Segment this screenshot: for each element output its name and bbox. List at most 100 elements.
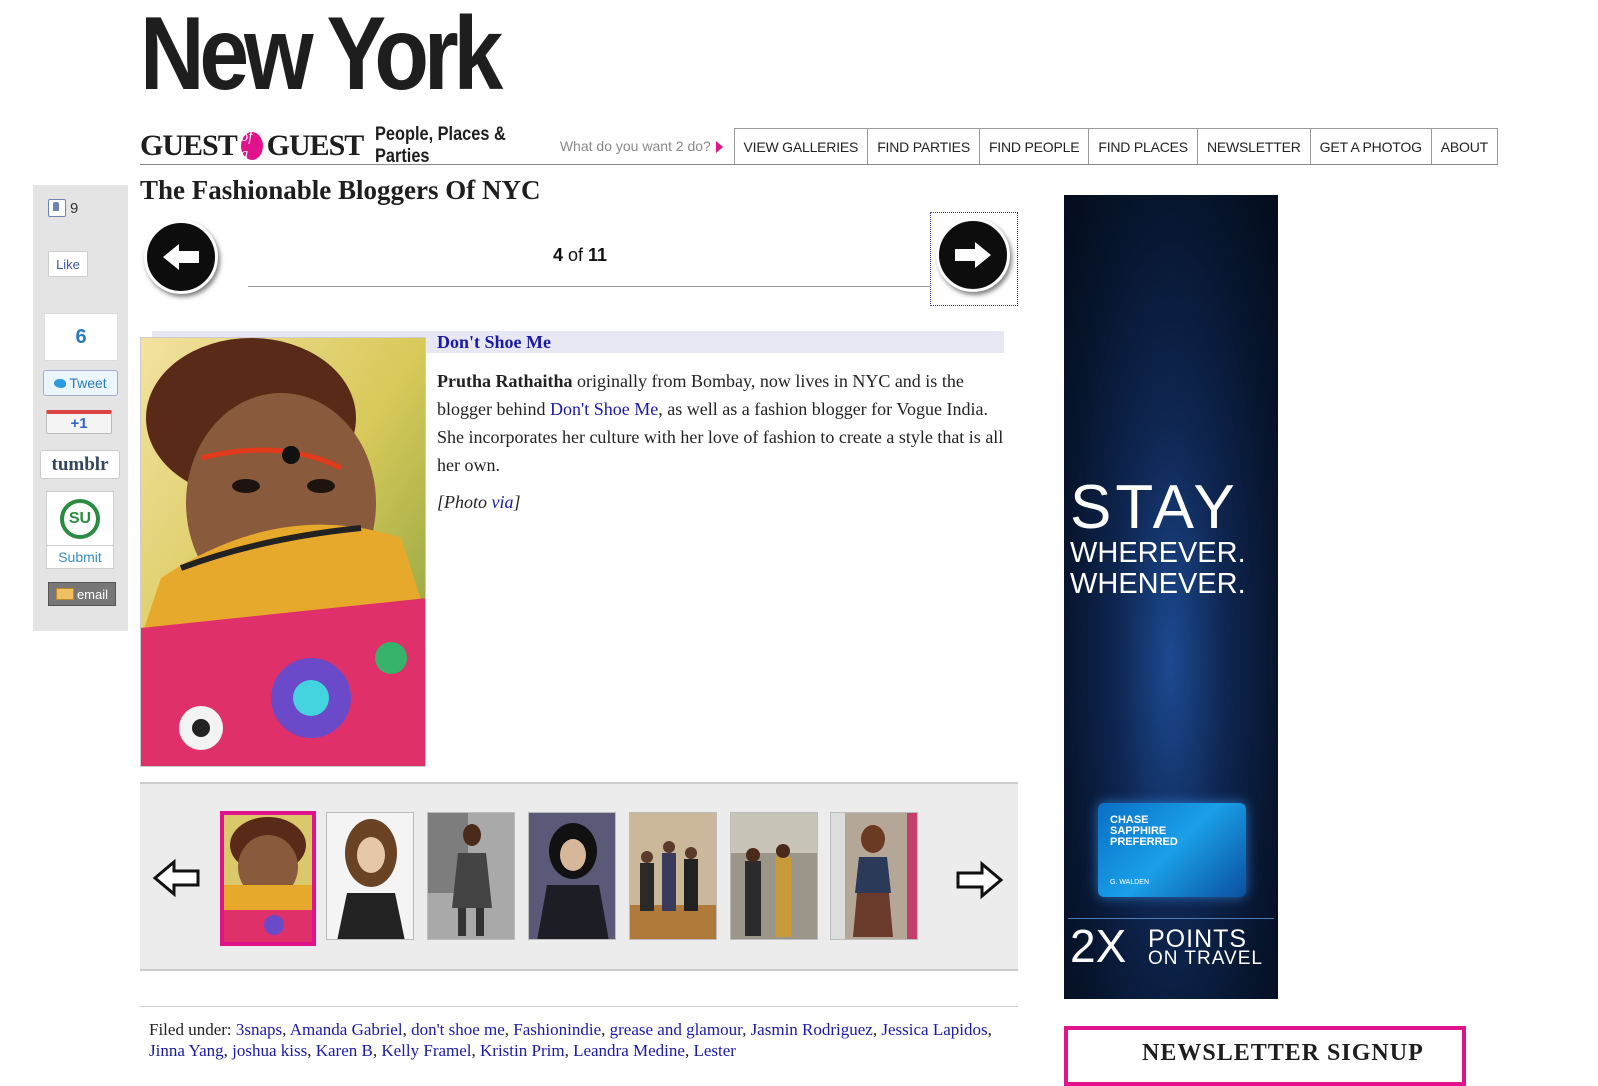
previous-slide-button[interactable] [144, 220, 218, 294]
thumbnail-3[interactable] [427, 812, 515, 940]
thumbnail-1-image [224, 815, 312, 942]
ad-divider [1068, 918, 1274, 919]
nav-get-a-photog[interactable]: GET A PHOTOG [1309, 129, 1431, 164]
photo-credit-link[interactable]: via [492, 492, 514, 512]
brand-tagline: People, Places & Parties [375, 124, 507, 167]
carousel-next-arrow-icon[interactable] [954, 860, 1004, 900]
arrow-right-icon [955, 242, 991, 268]
thumbnail-6-image [731, 813, 817, 939]
tag-link[interactable]: Karen B [316, 1041, 373, 1060]
tag-link[interactable]: Jasmin Rodriguez [751, 1020, 873, 1039]
nav-what-to-do-label: What do you want 2 do? [559, 138, 711, 154]
facebook-like-widget: 9 Like [48, 199, 88, 277]
brand-of-a-badge: of a [240, 129, 263, 162]
newsletter-signup-box[interactable]: NEWSLETTER SIGNUP [1064, 1026, 1466, 1086]
nav-find-places[interactable]: FIND PLACES [1088, 129, 1197, 164]
thumbnail-4[interactable] [528, 812, 616, 940]
tag-link[interactable]: Lester [693, 1041, 735, 1060]
tag-link[interactable]: Kelly Framel [381, 1041, 471, 1060]
tag-link[interactable]: Jessica Lapidos [881, 1020, 987, 1039]
stumbleupon-submit-button[interactable]: Submit [46, 545, 114, 569]
tag-link[interactable]: Leandra Medine [573, 1041, 685, 1060]
ad-line-2: WHEREVER. [1070, 537, 1246, 569]
brand-logo[interactable]: GUEST of a GUEST People, Places & Partie… [140, 124, 556, 167]
slide-description: Prutha Rathaitha originally from Bombay,… [437, 367, 1017, 479]
gallery-title: The Fashionable Bloggers Of NYC [140, 175, 541, 205]
caret-right-icon [715, 141, 723, 153]
ad-headline: STAY [1070, 473, 1239, 542]
envelope-icon [55, 588, 74, 600]
arrow-left-icon [163, 244, 199, 270]
tag-link[interactable]: don't shoe me [411, 1020, 505, 1039]
tweet-label: Tweet [69, 375, 107, 391]
tag-link[interactable]: grease and glamour [610, 1020, 742, 1039]
credit-card-brand: CHASE SAPPHIRE PREFERRED [1110, 815, 1180, 848]
ad-subheadline: WHEREVER. WHENEVER. [1070, 538, 1278, 600]
tag-link[interactable]: Jinna Yang [149, 1041, 224, 1060]
slide-counter-divider [248, 286, 930, 287]
filed-under-label: Filed under: [149, 1020, 232, 1039]
brand-word-1: GUEST [140, 129, 238, 162]
nav-menu: VIEW GALLERIES FIND PARTIES FIND PEOPLE … [733, 128, 1498, 164]
next-slide-button[interactable] [936, 218, 1010, 292]
thumbnail-1[interactable] [220, 811, 316, 946]
thumbnail-2[interactable] [326, 812, 414, 940]
thumbnail-7[interactable] [830, 812, 918, 940]
filed-under-divider [140, 1006, 1018, 1007]
ad-on-travel: ON TRAVEL [1148, 948, 1263, 969]
thumbnail-6[interactable] [730, 812, 818, 940]
slide-counter: 4 of 11 [520, 245, 640, 266]
photo-credit-suffix: ] [513, 492, 521, 512]
portrait-photo-illustration [141, 338, 425, 766]
newsletter-signup-title: NEWSLETTER SIGNUP [1142, 1040, 1424, 1066]
site-masthead-title[interactable]: New York [140, 2, 503, 106]
photo-credit: [Photo via] [437, 492, 521, 513]
email-share-button[interactable]: email [48, 582, 116, 606]
tweet-count: 6 [44, 313, 118, 361]
tag-link[interactable]: Fashionindie [513, 1020, 601, 1039]
credit-card-line-2: PREFERRED [1110, 836, 1178, 848]
nav-what-to-do-dropdown[interactable]: What do you want 2 do? [556, 128, 734, 164]
nav-find-parties[interactable]: FIND PARTIES [867, 129, 979, 164]
slide-description-name: Prutha Rathaitha [437, 371, 573, 391]
photo-credit-prefix: [Photo [437, 492, 492, 512]
thumbnail-5[interactable] [629, 812, 717, 940]
ad-line-3: WHENEVER. [1070, 568, 1246, 600]
filed-under-tags: Filed under: 3snaps, Amanda Gabriel, don… [149, 1020, 992, 1060]
credit-card-holder: G. WALDEN [1110, 879, 1150, 886]
stumbleupon-button[interactable]: SU [46, 491, 114, 547]
thumbs-up-icon [48, 199, 66, 217]
slide-counter-of: of [567, 245, 583, 265]
nav-about[interactable]: ABOUT [1430, 129, 1497, 164]
slide-counter-total: 11 [588, 245, 608, 265]
stumbleupon-icon: SU [60, 499, 100, 539]
brand-word-2: GUEST [266, 129, 365, 162]
nav-view-galleries[interactable]: VIEW GALLERIES [735, 129, 868, 164]
slide-subtitle-link[interactable]: Don't Shoe Me [437, 332, 551, 353]
blog-link[interactable]: Don't Shoe Me [550, 399, 658, 419]
twitter-bird-icon [54, 378, 67, 388]
nav-newsletter[interactable]: NEWSLETTER [1196, 129, 1310, 164]
ad-multiplier: 2X [1070, 920, 1127, 972]
facebook-like-count: 9 [48, 199, 88, 217]
tag-link[interactable]: Kristin Prim [480, 1041, 565, 1060]
tag-link[interactable]: 3snaps [236, 1020, 282, 1039]
thumbnail-5-image [630, 813, 716, 939]
thumbnail-3-image [428, 813, 514, 939]
slide-photo[interactable] [140, 337, 426, 767]
tweet-button[interactable]: Tweet [43, 370, 118, 396]
social-share-sidebar: 9 Like 6 Tweet +1 tumblr SU Submit email [33, 185, 128, 631]
nav-find-people[interactable]: FIND PEOPLE [978, 129, 1088, 164]
google-plus-one-button[interactable]: +1 [46, 410, 112, 434]
thumbnail-4-image [529, 813, 615, 939]
thumbnail-2-image [327, 813, 413, 939]
main-navbar: GUEST of a GUEST People, Places & Partie… [140, 124, 1498, 167]
facebook-like-button[interactable]: Like [48, 251, 88, 277]
tag-link[interactable]: joshua kiss [232, 1041, 307, 1060]
slide-counter-current: 4 [552, 245, 563, 265]
tag-link[interactable]: Amanda Gabriel [290, 1020, 403, 1039]
sidebar-advertisement[interactable]: STAY WHEREVER. WHENEVER. CHASE SAPPHIRE … [1064, 195, 1278, 999]
carousel-prev-arrow-icon[interactable] [152, 858, 202, 898]
thumbnail-7-image [831, 813, 917, 939]
tumblr-share-button[interactable]: tumblr [40, 450, 120, 479]
